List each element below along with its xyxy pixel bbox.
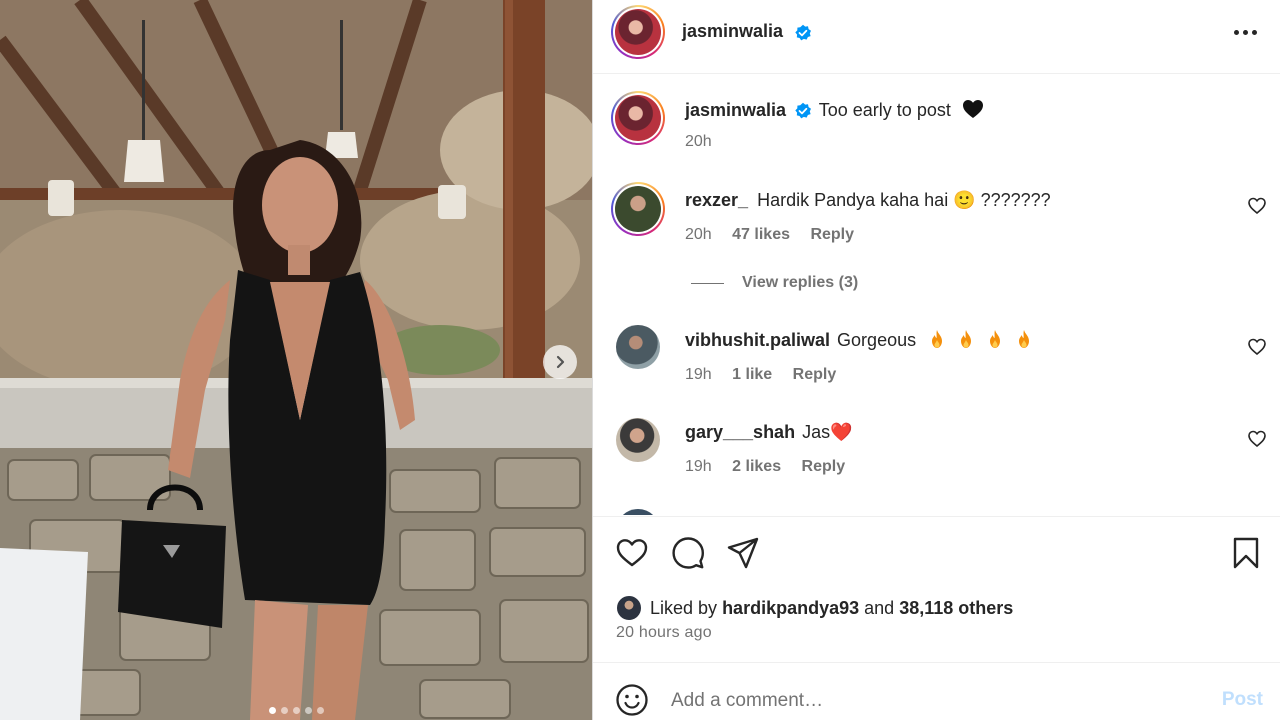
liked-by-others[interactable]: 38,118 others — [899, 598, 1013, 619]
fire-icon — [961, 330, 972, 348]
verified-badge-icon — [794, 102, 812, 120]
comment-time: 20h — [685, 226, 712, 243]
carousel-dot — [292, 707, 300, 714]
carousel-dot — [280, 707, 288, 714]
view-replies-button[interactable]: View replies (3) — [691, 274, 858, 292]
post-image[interactable] — [0, 0, 592, 720]
comment-time: 19h — [685, 458, 712, 475]
fire-icon — [1019, 330, 1030, 348]
liked-by-user[interactable]: hardikpandya93 — [722, 598, 859, 619]
carousel-dot — [268, 707, 276, 714]
caption-avatar[interactable] — [611, 91, 665, 145]
comment-item: gary___shah Jas❤️ 19h 2 likes Reply — [593, 413, 1280, 503]
post-comment-button[interactable]: Post — [1222, 689, 1263, 711]
add-comment-bar: Post — [593, 662, 1280, 720]
post-header: jasminwalia — [593, 0, 1280, 74]
author-avatar[interactable] — [611, 5, 665, 59]
post-photo — [0, 0, 592, 720]
author-name-row: jasminwalia — [682, 21, 812, 42]
caption-text: Too early to post — [818, 100, 951, 120]
heart-icon[interactable] — [615, 536, 649, 570]
comment-text: Gorgeous — [837, 330, 917, 350]
comments-list[interactable]: jasminwalia Too early to post 20h rexzer… — [593, 75, 1280, 515]
comment-reply-button[interactable]: Reply — [810, 226, 854, 243]
liked-by-row: Liked by hardikpandya93 and 38,118 other… — [616, 595, 1013, 621]
comment-likes-link[interactable]: 47 likes — [732, 226, 790, 243]
replies-line-divider — [691, 282, 724, 284]
more-horizontal-icon — [1233, 29, 1239, 35]
caption-username[interactable]: jasminwalia — [685, 100, 786, 120]
caption: jasminwalia Too early to post 20h — [593, 75, 1280, 175]
commenter-avatar[interactable] — [616, 325, 660, 369]
post-timestamp[interactable]: 20 hours ago — [616, 624, 712, 642]
more-options-button[interactable] — [1231, 22, 1259, 42]
liked-by-conjunction: and — [864, 597, 895, 618]
comment-username[interactable]: rexzer_ — [685, 190, 748, 210]
caption-time: 20h — [685, 133, 712, 150]
liker-avatar[interactable] — [616, 595, 642, 621]
carousel-dot — [316, 707, 324, 714]
comment-like-heart-icon[interactable] — [1248, 338, 1266, 356]
comment-reply-button[interactable]: Reply — [793, 366, 837, 383]
view-replies-label: View replies (3) — [742, 274, 859, 291]
carousel-dot — [304, 707, 312, 714]
comment-text: Hardik Pandya kaha hai 🙂 ??????? — [757, 190, 1051, 210]
liked-by-prefix: Liked by — [650, 597, 718, 618]
comment-like-heart-icon[interactable] — [1248, 197, 1266, 215]
carousel-next-button[interactable] — [543, 345, 577, 379]
send-icon[interactable] — [726, 536, 760, 570]
fire-icon — [932, 330, 943, 348]
comment-likes-link[interactable]: 2 likes — [732, 458, 781, 475]
verified-badge-icon — [794, 24, 812, 42]
bookmark-icon[interactable] — [1229, 536, 1263, 570]
chevron-right-icon — [556, 355, 565, 369]
comment-item: vibhushit.paliwal Gorgeous 19h 1 like Re… — [593, 321, 1280, 411]
commenter-avatar[interactable] — [616, 509, 660, 515]
fire-icon — [990, 330, 1001, 348]
comment-username[interactable]: gary___shah — [685, 422, 795, 442]
comment-like-heart-icon[interactable] — [1248, 430, 1266, 448]
comment-text: Jas❤️ — [802, 422, 853, 442]
comment-icon[interactable] — [671, 536, 705, 570]
black-heart-icon — [962, 99, 984, 124]
comment-input[interactable] — [671, 687, 1191, 715]
comment-likes-link[interactable]: 1 like — [732, 366, 772, 383]
commenter-avatar[interactable] — [611, 182, 665, 236]
author-username[interactable]: jasminwalia — [682, 21, 783, 41]
post-actions: Liked by hardikpandya93 and 38,118 other… — [593, 516, 1280, 662]
post-detail-panel: jasminwalia jasminwalia Too early to pos… — [592, 0, 1280, 720]
smile-icon[interactable] — [615, 683, 649, 717]
comment-reply-button[interactable]: Reply — [802, 458, 846, 475]
comment-time: 19h — [685, 366, 712, 383]
carousel-dots — [0, 707, 592, 714]
commenter-avatar[interactable] — [616, 418, 660, 462]
comment-username[interactable]: vibhushit.paliwal — [685, 330, 830, 350]
